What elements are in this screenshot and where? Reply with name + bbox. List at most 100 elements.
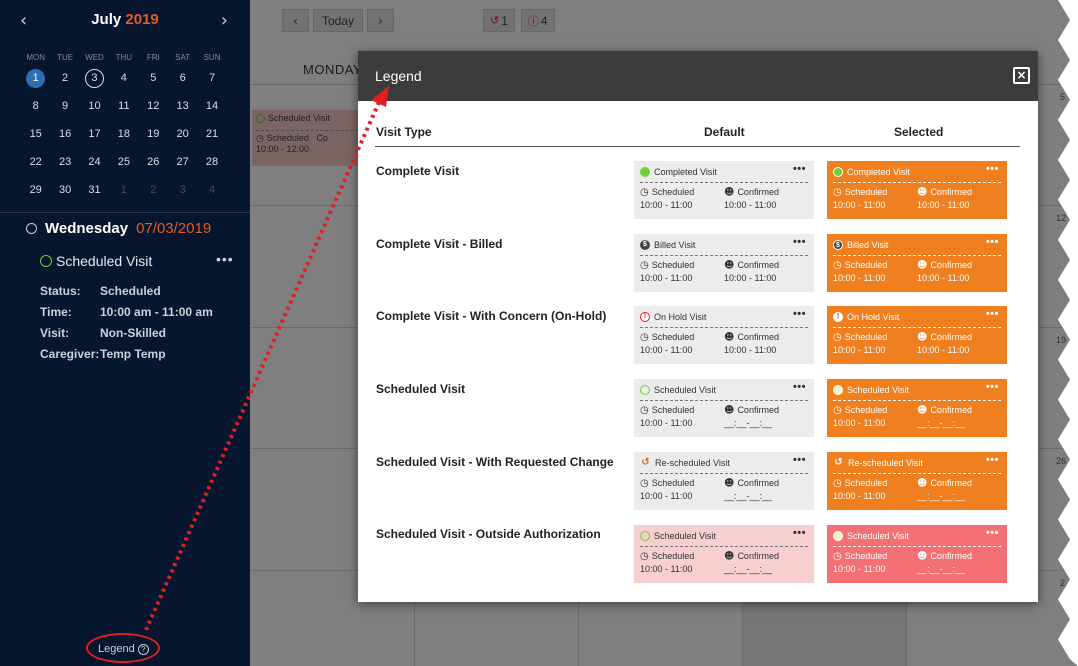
legend-modal: Legend × Visit Type Default Selected Com… (358, 51, 1038, 602)
user-check-icon: ☻ (917, 260, 928, 271)
more-options-icon: ••• (792, 236, 806, 248)
clock-icon: ◷ (833, 260, 842, 271)
calendar-day[interactable]: 18 (109, 125, 138, 144)
scheduled-status-icon (640, 385, 650, 395)
calendar-day[interactable]: 23 (50, 153, 79, 172)
calendar-day[interactable]: 13 (168, 97, 197, 116)
calendar-day[interactable]: 15 (21, 125, 50, 144)
legend-card-default: Completed Visit ••• ◷ Scheduled 10:00 - 11:… (634, 161, 814, 219)
legend-card-default: ↺ Re-scheduled Visit ••• ◷ Scheduled 10:00 -… (634, 452, 814, 510)
close-icon[interactable]: × (1013, 67, 1030, 84)
legend-card-selected: ! On Hold Visit ••• ◷ Scheduled 10:00 - 11:0… (827, 306, 1007, 364)
scheduled-status-icon (40, 255, 52, 267)
weekday-label: MON (26, 52, 46, 62)
dollar-icon: $ (833, 240, 843, 250)
calendar-week: 22 23 24 25 26 27 28 (21, 148, 229, 176)
clock-icon: ◷ (640, 187, 649, 198)
calendar-day[interactable]: 19 (139, 125, 168, 144)
clock-icon: ◷ (640, 405, 649, 416)
column-header-selected: Selected (894, 125, 944, 139)
sidebar-divider (0, 212, 250, 213)
more-options-icon[interactable]: ••• (216, 251, 234, 267)
header-rule (375, 146, 1020, 147)
clock-icon: ◷ (833, 332, 842, 343)
calendar-day[interactable]: 28 (197, 153, 226, 172)
modal-title: Legend (375, 68, 422, 84)
calendar-day[interactable]: 14 (197, 97, 226, 116)
user-check-icon: ☻ (724, 260, 735, 271)
calendar-day[interactable]: 12 (139, 97, 168, 116)
calendar-day[interactable]: 26 (139, 153, 168, 172)
calendar-day[interactable]: 25 (109, 153, 138, 172)
sidebar: ‹ July 2019 › MON TUE WED THU FRI SAT SU… (0, 0, 250, 666)
legend-card-selected: Scheduled Visit ••• ◷ Scheduled 10:00 - 11:… (827, 525, 1007, 583)
calendar-day[interactable]: 31 (80, 181, 109, 200)
calendar-day[interactable]: 6 (168, 69, 197, 88)
user-check-icon: ☻ (917, 187, 928, 198)
calendar-day[interactable]: 30 (50, 181, 79, 200)
annotation-circle (86, 633, 160, 663)
selected-day-header: Wednesday 07/03/2019 (26, 220, 211, 237)
calendar-day[interactable]: 22 (21, 153, 50, 172)
alert-icon: ! (833, 312, 843, 322)
calendar-day[interactable]: 20 (168, 125, 197, 144)
calendar-day[interactable]: 21 (197, 125, 226, 144)
calendar-week: 8 9 10 11 12 13 14 (21, 92, 229, 120)
calendar-day[interactable]: 11 (109, 97, 138, 116)
weekday-label: THU (115, 52, 133, 62)
user-check-icon: ☻ (917, 478, 928, 489)
calendar-day[interactable]: 10 (80, 97, 109, 116)
calendar-week: 1 2 3 4 5 6 7 (21, 64, 229, 92)
calendar-day[interactable]: 9 (50, 97, 79, 116)
calendar-day-next-month[interactable]: 1 (109, 181, 138, 200)
calendar-day[interactable]: 2 (50, 69, 79, 88)
calendar-day[interactable]: 16 (50, 125, 79, 144)
calendar-day[interactable]: 17 (80, 125, 109, 144)
visit-detail-time: Time: 10:00 am - 11:00 am (40, 305, 213, 319)
column-header-default: Default (704, 125, 745, 139)
legend-row-label: Scheduled Visit - Outside Authorization (376, 527, 601, 541)
weekday-label: WED (85, 52, 104, 62)
more-options-icon: ••• (985, 527, 999, 539)
weekday-label: FRI (146, 52, 160, 62)
month-navigation: ‹ July 2019 › (0, 10, 250, 32)
calendar-day[interactable]: 27 (168, 153, 197, 172)
calendar-week: 29 30 31 1 2 3 4 (21, 176, 229, 204)
calendar-week: 15 16 17 18 19 20 21 (21, 120, 229, 148)
legend-row-label: Complete Visit - Billed (376, 237, 503, 251)
calendar-day-next-month[interactable]: 3 (168, 181, 197, 200)
visit-title-label: Scheduled Visit (56, 253, 153, 269)
calendar-day[interactable]: 5 (139, 69, 168, 88)
month-title: July 2019 (0, 11, 250, 28)
user-check-icon: ☻ (724, 187, 735, 198)
more-options-icon: ••• (985, 163, 999, 175)
weekday-label: TUE (57, 52, 74, 62)
calendar-day[interactable]: 7 (197, 69, 226, 88)
calendar-day-selected[interactable]: 3 (80, 68, 109, 88)
legend-card-selected: Scheduled Visit ••• ◷ Scheduled 10:00 - 11:… (827, 379, 1007, 437)
scheduled-status-icon (833, 385, 843, 395)
visit-detail-visit: Visit: Non-Skilled (40, 326, 167, 340)
calendar-day[interactable]: 24 (80, 153, 109, 172)
clock-icon: ◷ (833, 187, 842, 198)
calendar-day-today[interactable]: 1 (21, 68, 50, 88)
user-check-icon: ☻ (917, 551, 928, 562)
clock-icon: ◷ (640, 478, 649, 489)
visit-title[interactable]: Scheduled Visit (40, 253, 152, 269)
more-options-icon: ••• (792, 454, 806, 466)
legend-card-default: $ Billed Visit ••• ◷ Scheduled 10:00 - 11:00… (634, 234, 814, 292)
more-options-icon: ••• (985, 381, 999, 393)
calendar-day-next-month[interactable]: 2 (139, 181, 168, 200)
weekday-label: SAT (175, 52, 191, 62)
day-date: 07/03/2019 (136, 220, 212, 237)
calendar-day[interactable]: 29 (21, 181, 50, 200)
calendar-day[interactable]: 8 (21, 97, 50, 116)
calendar-day-next-month[interactable]: 4 (197, 181, 226, 200)
rescheduled-icon: ↺ (641, 457, 650, 468)
chevron-right-icon[interactable]: › (221, 10, 228, 31)
clock-icon: ◷ (640, 332, 649, 343)
user-check-icon: ☻ (917, 332, 928, 343)
calendar-day[interactable]: 4 (109, 69, 138, 88)
legend-row-label: Complete Visit - With Concern (On-Hold) (376, 309, 607, 323)
scheduled-status-icon (640, 531, 650, 541)
